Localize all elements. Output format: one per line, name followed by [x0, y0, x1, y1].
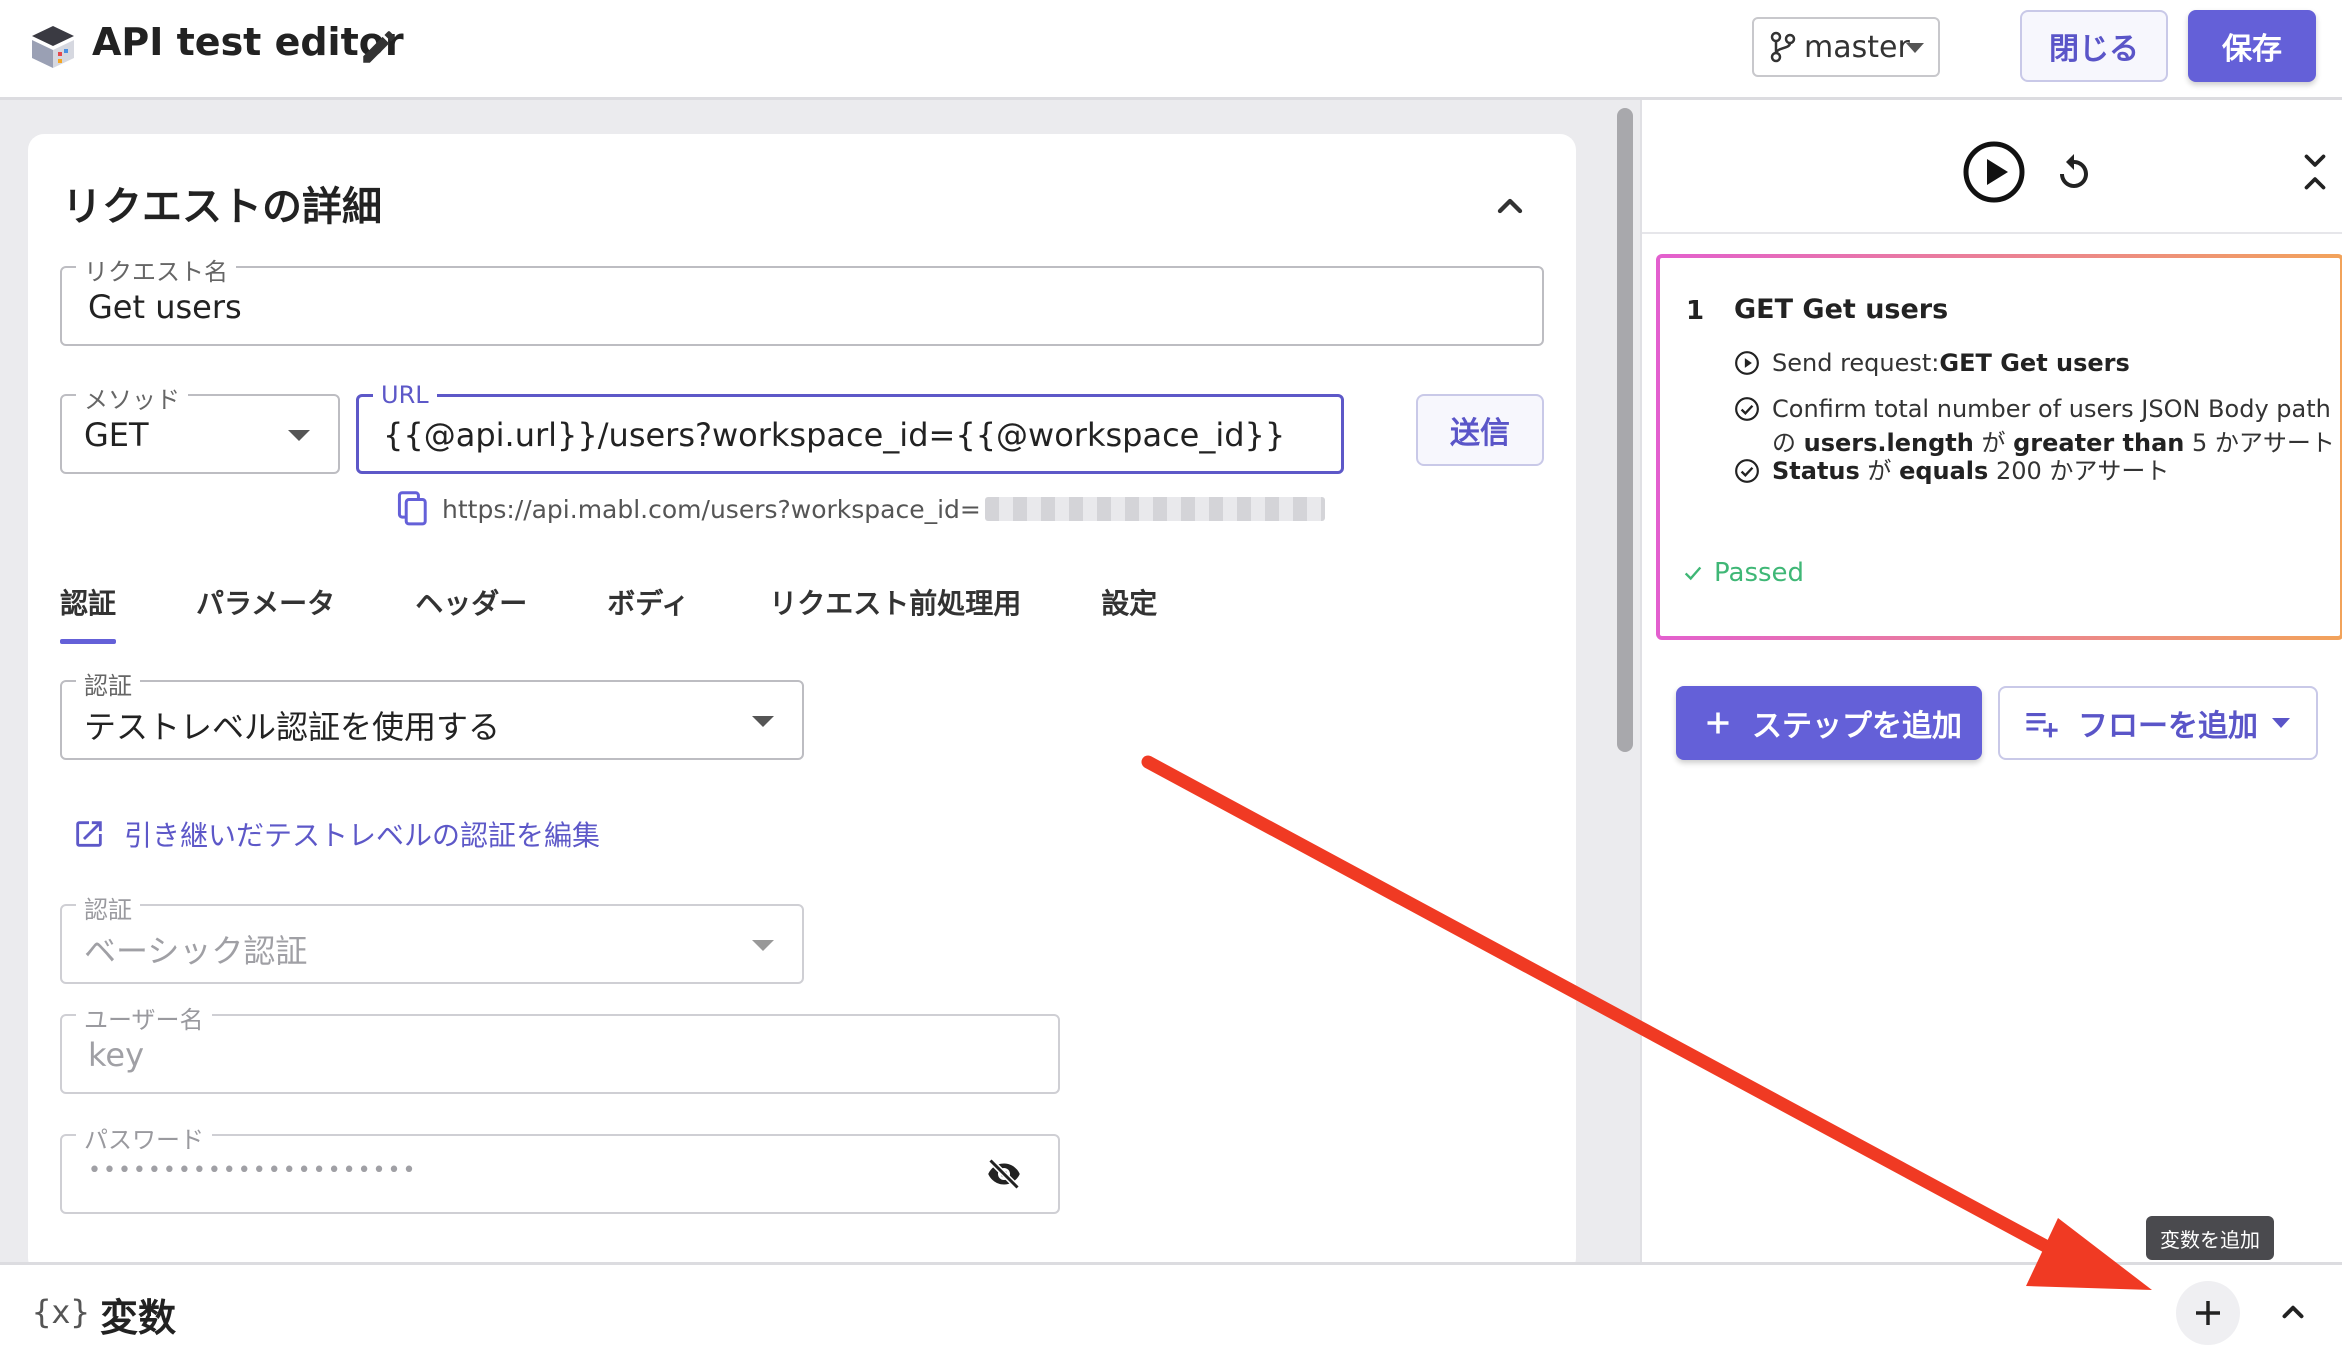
- step-number: 1: [1686, 296, 1705, 326]
- resolved-url: https://api.mabl.com/users?workspace_id=: [396, 490, 1325, 528]
- card-title: リクエストの詳細: [62, 184, 382, 230]
- resolved-url-text: https://api.mabl.com/users?workspace_id=: [442, 494, 981, 524]
- tab-headers[interactable]: ヘッダー: [415, 582, 527, 642]
- method-value: GET: [84, 416, 149, 454]
- edit-inherited-auth-link[interactable]: 引き継いだテストレベルの認証を編集: [72, 814, 600, 854]
- chevron-down-icon: [752, 940, 774, 951]
- save-button[interactable]: 保存: [2188, 10, 2316, 82]
- eye-off-icon[interactable]: [984, 1156, 1024, 1192]
- method-select[interactable]: メソッド GET: [60, 380, 340, 474]
- reset-icon[interactable]: [2050, 148, 2098, 196]
- tab-auth[interactable]: 認証: [60, 582, 117, 644]
- copy-icon[interactable]: [396, 490, 430, 528]
- auth-label: 認証: [76, 666, 140, 701]
- add-variable-button[interactable]: [2176, 1281, 2240, 1345]
- auth-select[interactable]: 認証 テストレベル認証を使用する: [60, 666, 804, 760]
- check-icon: [1684, 566, 1702, 581]
- check-circle-icon: [1735, 459, 1759, 483]
- pencil-icon[interactable]: [358, 26, 400, 68]
- plus-icon: [1707, 712, 1729, 734]
- playlist-add-icon: [2026, 713, 2058, 738]
- collapse-all-icon[interactable]: [2298, 152, 2332, 192]
- play-circle-icon: [1735, 351, 1759, 375]
- sub-step-send-request[interactable]: Send request:GET Get users: [1734, 346, 2130, 380]
- check-circle-icon: [1735, 397, 1759, 421]
- tab-body[interactable]: ボディ: [607, 582, 689, 642]
- auth-type-label: 認証: [76, 890, 140, 925]
- method-label: メソッド: [76, 380, 188, 415]
- auth-type-value: ベーシック認証: [84, 932, 308, 970]
- run-toolbar: [1642, 100, 2342, 234]
- auth-type-select: 認証 ベーシック認証: [60, 890, 804, 984]
- mabl-logo-icon: [32, 26, 74, 68]
- chevron-up-icon[interactable]: [1490, 186, 1530, 226]
- left-panel-scrollbar[interactable]: [1612, 100, 1638, 1262]
- request-tabs: 認証 パラメータ ヘッダー ボディ リクエスト前処理用 設定: [60, 582, 1237, 644]
- sub-step-status-assert[interactable]: Status が equals 200 かアサート: [1734, 454, 2169, 488]
- variables-bar: {x} 変数: [0, 1262, 2342, 1356]
- username-field: ユーザー名 key: [60, 1000, 1060, 1094]
- close-button[interactable]: 閉じる: [2020, 10, 2168, 82]
- auth-value: テストレベル認証を使用する: [84, 708, 501, 746]
- variables-title: 変数: [100, 1296, 177, 1340]
- step-card[interactable]: 1 GET Get users Send request:GET Get use…: [1656, 254, 2342, 640]
- redacted-value: [984, 497, 1325, 521]
- chevron-down-icon: [288, 430, 310, 441]
- add-step-label: ステップを追加: [1752, 709, 1962, 744]
- branch-selector[interactable]: master: [1752, 17, 1940, 77]
- app-header: API test editor master 閉じる 保存: [0, 0, 2342, 100]
- request-name-value: Get users: [88, 288, 242, 326]
- edit-link-label: 引き継いだテストレベルの認証を編集: [124, 819, 601, 852]
- step-result: Passed: [1682, 558, 1804, 588]
- plus-icon: [2196, 1301, 2220, 1325]
- request-name-label: リクエスト名: [76, 252, 236, 287]
- sub-step-text: Status が equals 200 かアサート: [1772, 457, 2170, 485]
- branch-name: master: [1804, 29, 1910, 65]
- add-flow-button[interactable]: フローを追加: [1998, 686, 2318, 760]
- chevron-down-icon: [2272, 718, 2290, 728]
- chevron-up-icon[interactable]: [2276, 1295, 2310, 1329]
- result-label: Passed: [1714, 558, 1805, 588]
- username-value: key: [88, 1036, 145, 1074]
- add-variable-tooltip: 変数を追加: [2146, 1216, 2274, 1260]
- request-details-card: リクエストの詳細 リクエスト名 Get users メソッド GET URL {…: [28, 134, 1576, 1274]
- sub-step-text: Confirm total number of users JSON Body …: [1772, 395, 2335, 457]
- tab-pre-request[interactable]: リクエスト前処理用: [769, 582, 1021, 642]
- app-title: API test editor: [92, 20, 404, 64]
- scrollbar-thumb[interactable]: [1617, 108, 1633, 752]
- sub-step-confirm-length[interactable]: Confirm total number of users JSON Body …: [1734, 392, 2335, 460]
- chevron-down-icon: [1906, 43, 1924, 53]
- step-title[interactable]: GET Get users: [1734, 294, 1948, 325]
- password-value: ••••••••••••••••••••••: [88, 1158, 418, 1183]
- add-step-button[interactable]: ステップを追加: [1676, 686, 1982, 760]
- send-button[interactable]: 送信: [1416, 394, 1544, 466]
- url-input[interactable]: URL {{@api.url}}/users?workspace_id={{@w…: [356, 381, 1344, 474]
- url-label: URL: [373, 381, 437, 409]
- external-link-icon: [76, 821, 102, 847]
- variable-icon: {x}: [32, 1293, 90, 1331]
- password-label: パスワード: [76, 1120, 212, 1155]
- steps-panel: 1 GET Get users Send request:GET Get use…: [1640, 100, 2342, 1262]
- tab-parameters[interactable]: パラメータ: [196, 582, 335, 642]
- git-branch-icon: [1770, 31, 1796, 63]
- password-field: パスワード ••••••••••••••••••••••: [60, 1120, 1060, 1214]
- play-circle-icon[interactable]: [1962, 140, 2026, 204]
- add-flow-label: フローを追加: [2078, 709, 2258, 744]
- tab-settings[interactable]: 設定: [1101, 582, 1157, 642]
- sub-step-text: Send request:GET Get users: [1772, 349, 2130, 377]
- username-label: ユーザー名: [76, 1000, 212, 1035]
- url-value: {{@api.url}}/users?workspace_id={{@works…: [383, 416, 1286, 454]
- request-name-field[interactable]: リクエスト名 Get users: [60, 252, 1544, 346]
- chevron-down-icon: [752, 716, 774, 727]
